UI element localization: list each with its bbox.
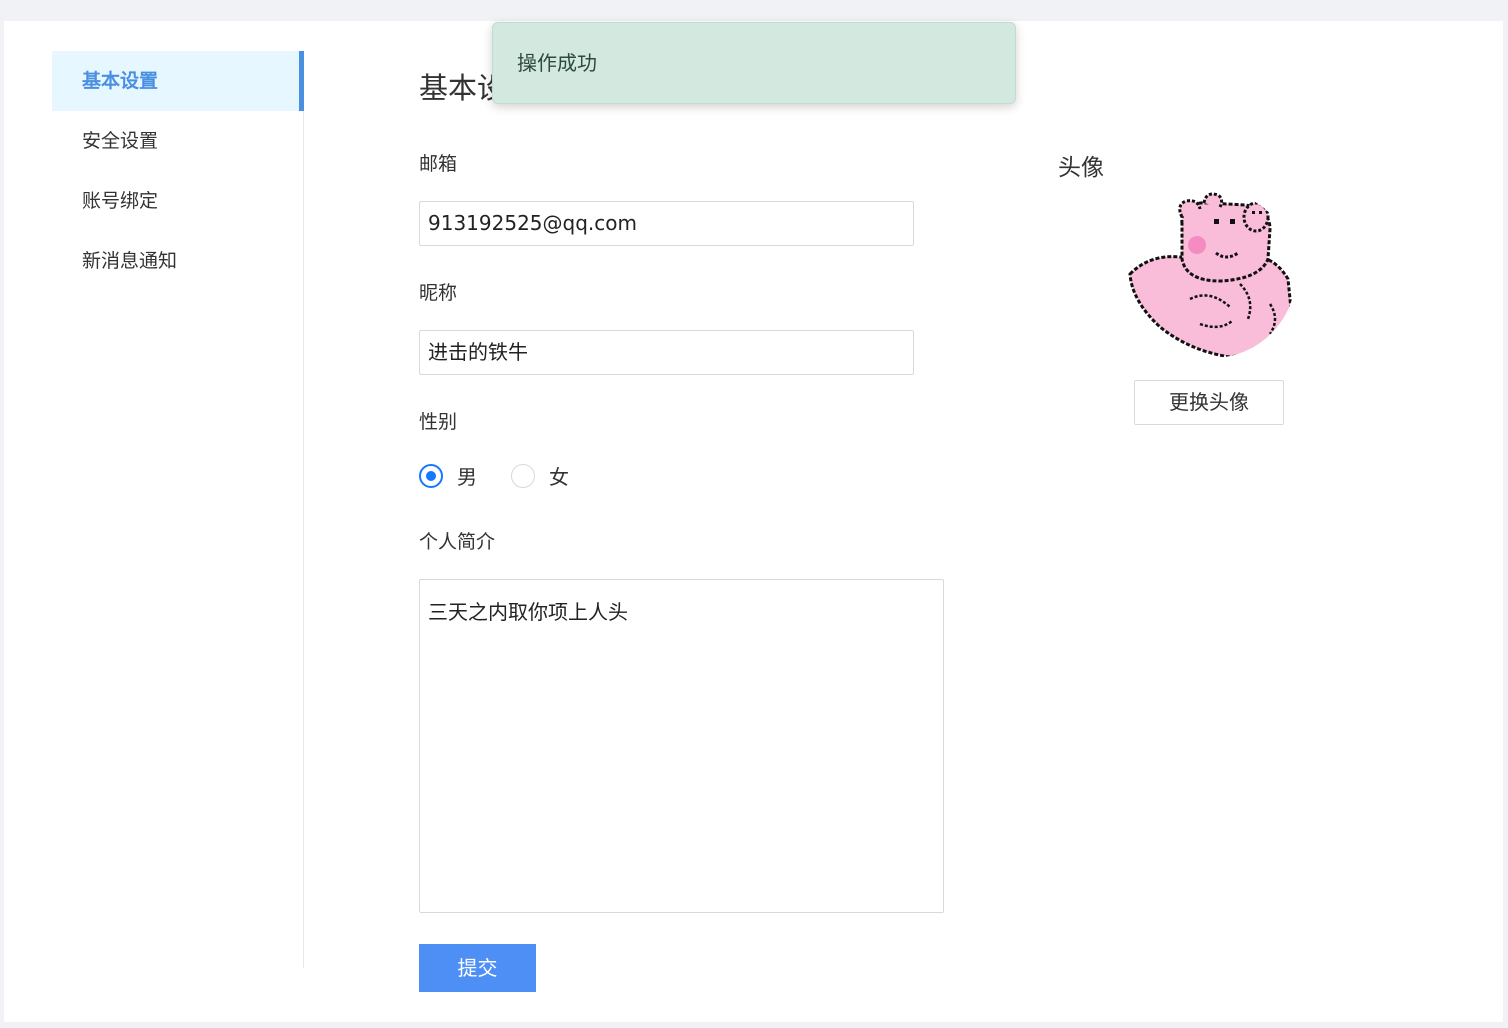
email-label: 邮箱 [419,153,458,175]
settings-sidebar: 基本设置 安全设置 账号绑定 新消息通知 [52,51,304,968]
bio-label: 个人简介 [419,531,496,553]
toast-message: 操作成功 [517,51,597,75]
submit-button[interactable]: 提交 [419,944,536,992]
success-toast: 操作成功 [492,22,1016,104]
radio-male[interactable] [419,463,443,488]
nickname-field[interactable]: 进击的铁牛 [419,330,914,375]
radio-female-label: 女 [549,465,569,489]
sidebar-item-notifications[interactable]: 新消息通知 [52,231,303,291]
sidebar-item-account-binding[interactable]: 账号绑定 [52,171,303,231]
radio-female[interactable] [511,463,535,488]
settings-card: 基本设置 安全设置 账号绑定 新消息通知 基本设 邮箱 913192525@qq… [4,21,1503,1022]
nickname-label: 昵称 [419,282,458,304]
change-avatar-button[interactable]: 更换头像 [1134,380,1284,425]
gender-label: 性别 [419,411,458,433]
gender-option-male[interactable]: 男 [419,461,477,490]
gender-radio-group: 男 女 [419,461,603,490]
sidebar-item-basic-settings[interactable]: 基本设置 [52,51,304,111]
avatar-title: 头像 [1058,155,1104,181]
pig-avatar-icon [1120,189,1300,359]
radio-male-label: 男 [457,465,477,489]
bio-textarea[interactable]: 三天之内取你项上人头 [419,579,944,913]
gender-option-female[interactable]: 女 [511,461,569,490]
email-field[interactable]: 913192525@qq.com [419,201,914,246]
sidebar-item-security-settings[interactable]: 安全设置 [52,111,303,171]
